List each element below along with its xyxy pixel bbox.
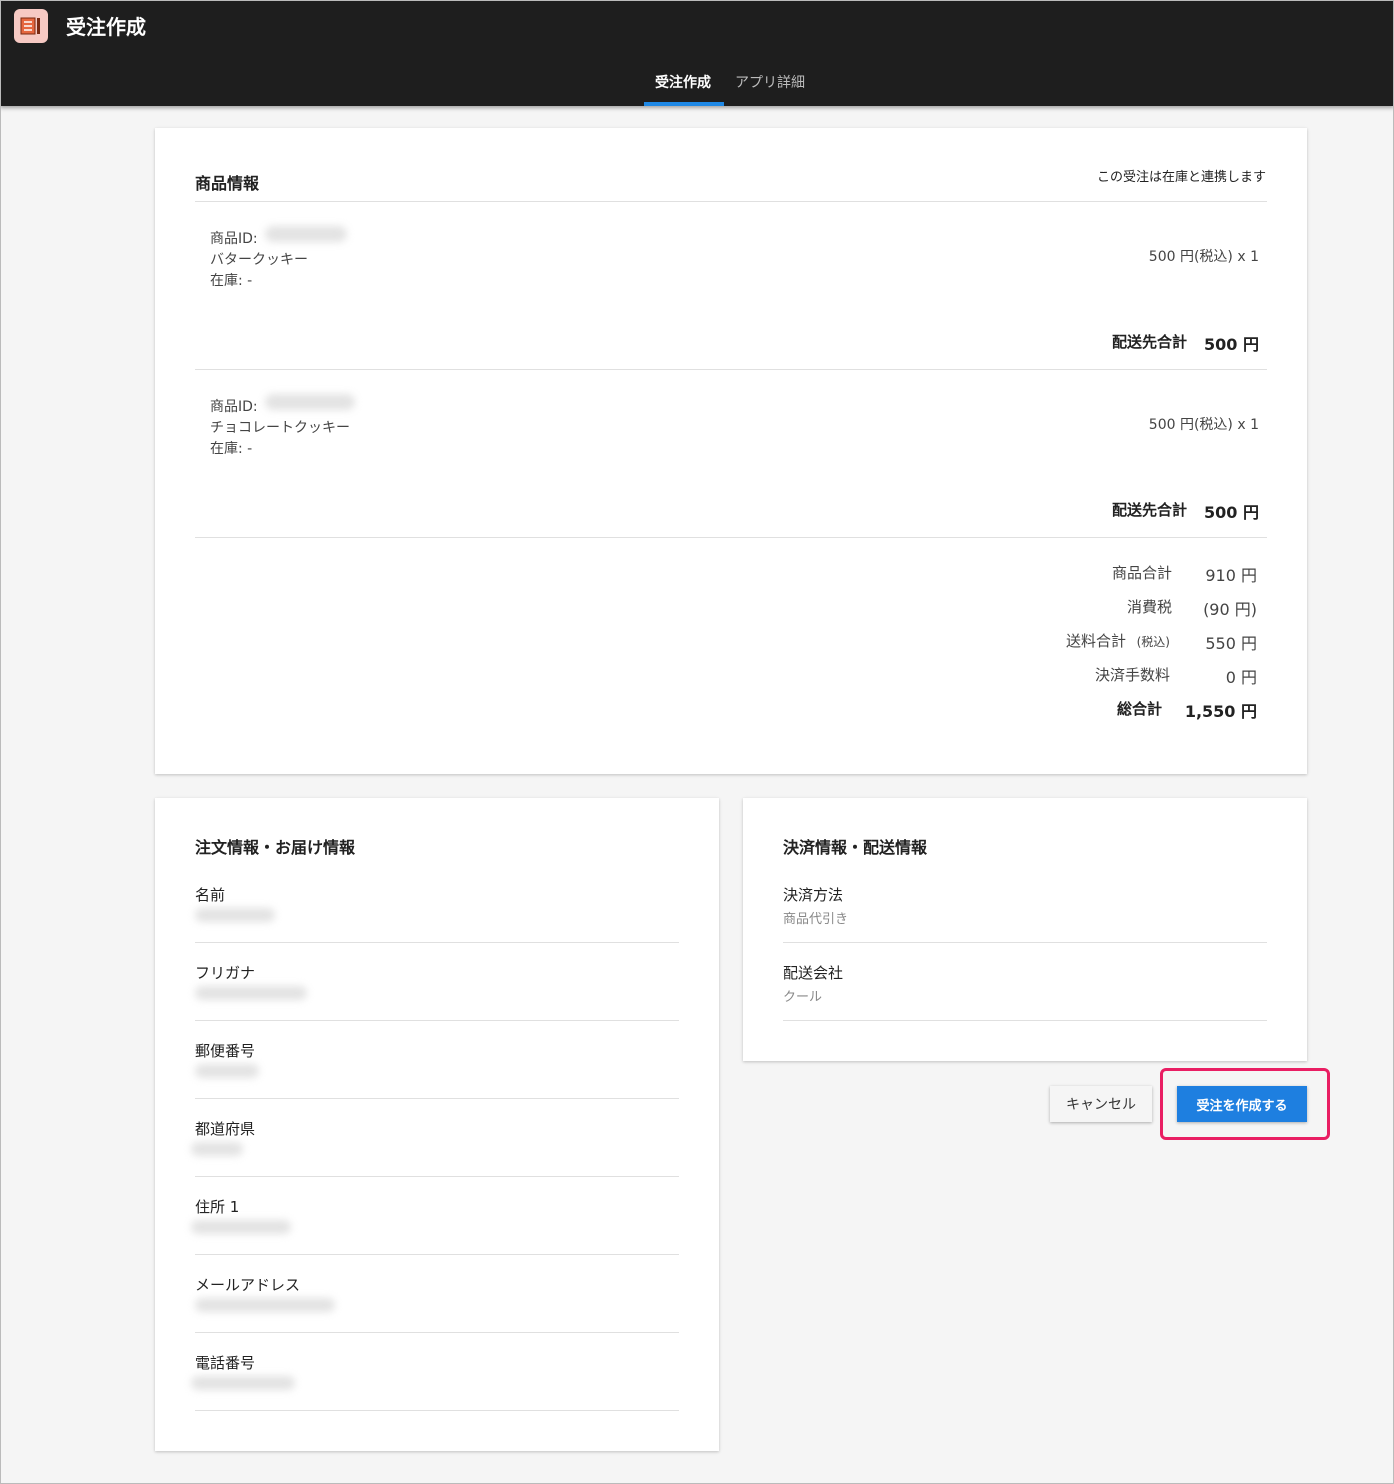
email-redacted (195, 1298, 335, 1312)
shipping-total-label: 送料合計 (1065, 632, 1126, 650)
tax-label: 消費税 (1126, 598, 1172, 616)
field-label-address1: 住所 1 (195, 1198, 240, 1216)
product-id-redacted (265, 226, 347, 242)
product-price: 500 円(税込) x 1 (1148, 417, 1259, 433)
product-name: チョコレートクッキー (210, 420, 350, 436)
field-label-prefecture: 都道府県 (195, 1120, 256, 1138)
postal-code-redacted (195, 1064, 259, 1078)
create-order-button[interactable]: 受注を作成する (1177, 1086, 1307, 1122)
tab-order-create[interactable]: 受注作成 (655, 72, 711, 92)
product-price: 500 円(税込) x 1 (1148, 249, 1259, 265)
field-label-furigana: フリガナ (195, 964, 256, 982)
divider (195, 369, 1267, 370)
field-label-payment-method: 決済方法 (783, 886, 844, 904)
divider (195, 537, 1267, 538)
divider (195, 201, 1267, 202)
active-tab-indicator (644, 102, 724, 106)
product-stock: 在庫: - (210, 441, 253, 457)
name-redacted (195, 908, 275, 922)
divider (783, 942, 1267, 943)
shipping-total-tax-note: (税込) (1136, 635, 1170, 649)
field-label-name: 名前 (195, 886, 226, 904)
payment-method-value: 商品代引き (783, 912, 849, 927)
order-delivery-title: 注文情報・お届け情報 (195, 838, 356, 857)
document-icon (14, 9, 48, 43)
tab-bar: 受注作成 アプリ詳細 (0, 66, 1394, 106)
divider (195, 1410, 679, 1411)
cancel-button[interactable]: キャンセル (1050, 1086, 1152, 1122)
field-label-phone: 電話番号 (195, 1354, 256, 1372)
divider (195, 1176, 679, 1177)
shipment-subtotal-value: 500 円 (1204, 503, 1259, 522)
inventory-link-note: この受注は在庫と連携します (1096, 170, 1266, 185)
app-title: 受注作成 (66, 15, 146, 39)
payment-shipping-title: 決済情報・配送情報 (783, 838, 928, 857)
carrier-value: クール (783, 990, 823, 1005)
grand-total-value: 1,550 円 (1184, 702, 1257, 721)
divider (195, 942, 679, 943)
divider (195, 1020, 679, 1021)
shipment-subtotal-label: 配送先合計 (1111, 333, 1187, 351)
payment-fee-value: 0 円 (1225, 668, 1257, 687)
payment-fee-label: 決済手数料 (1094, 666, 1170, 684)
payment-shipping-card: 決済情報・配送情報 決済方法 商品代引き 配送会社 クール (743, 798, 1307, 1061)
field-label-postal-code: 郵便番号 (195, 1042, 256, 1060)
divider (783, 1020, 1267, 1021)
product-name: バタークッキー (210, 252, 308, 268)
tax-value: (90 円) (1203, 600, 1257, 619)
product-stock: 在庫: - (210, 273, 253, 289)
order-delivery-card: 注文情報・お届け情報 名前 フリガナ 郵便番号 都道府県 住所 1 メールアドレ… (155, 798, 719, 1451)
shipping-total-value: 550 円 (1205, 634, 1257, 653)
product-id-redacted (265, 394, 355, 410)
product-total-label: 商品合計 (1111, 564, 1172, 582)
app-header: 受注作成 受注作成 アプリ詳細 (0, 0, 1394, 106)
divider (195, 1332, 679, 1333)
product-id-label: 商品ID: (210, 399, 258, 415)
product-total-value: 910 円 (1205, 566, 1257, 585)
prefecture-redacted (191, 1142, 243, 1156)
product-info-card: 商品情報 この受注は在庫と連携します 商品ID: バタークッキー 在庫: - 5… (155, 128, 1307, 774)
shipment-subtotal-value: 500 円 (1204, 335, 1259, 354)
divider (195, 1098, 679, 1099)
address1-redacted (191, 1220, 291, 1234)
tab-app-details[interactable]: アプリ詳細 (735, 72, 805, 92)
grand-total-label: 総合計 (1116, 700, 1162, 718)
product-id-label: 商品ID: (210, 231, 258, 247)
furigana-redacted (195, 986, 307, 1000)
shipment-subtotal-label: 配送先合計 (1111, 501, 1187, 519)
field-label-email: メールアドレス (195, 1276, 301, 1294)
product-info-title: 商品情報 (195, 174, 260, 193)
field-label-carrier: 配送会社 (783, 964, 844, 982)
phone-redacted (191, 1376, 295, 1390)
divider (195, 1254, 679, 1255)
